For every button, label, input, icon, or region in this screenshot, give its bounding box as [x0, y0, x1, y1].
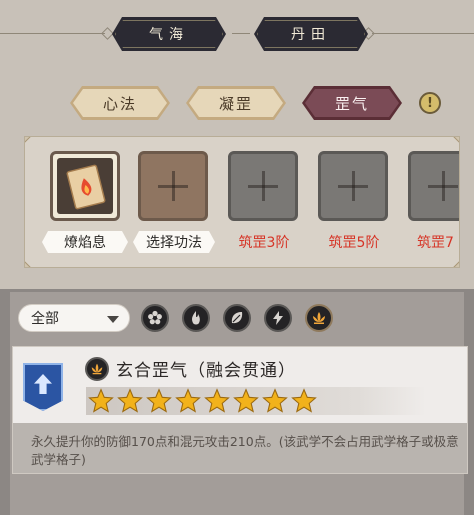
technique-description: 永久提升你的防御170点和混元攻击210点。(该武学不会占用武学格子或极意武学格…: [31, 434, 459, 467]
slot-locked-7-label: 筑罡7: [417, 235, 454, 251]
technique-title: 玄合罡气（融会贯通）: [116, 361, 296, 381]
slot-select-label: 选择功法: [133, 231, 215, 253]
tab-qihai-label: 气海: [149, 27, 189, 43]
scroll-fire-icon: [57, 158, 113, 214]
ornament-left: [101, 27, 114, 40]
slot-locked-3[interactable]: [228, 151, 298, 221]
flower-icon[interactable]: [141, 304, 169, 332]
slot-select-technique[interactable]: [138, 151, 208, 221]
slot-liaoyanxi-label: 燎焰息: [42, 231, 128, 253]
leaf-icon[interactable]: [223, 304, 251, 332]
category-dropdown[interactable]: 全部: [18, 304, 130, 332]
star-icon: [204, 388, 230, 413]
arrow-up-icon: [34, 374, 52, 394]
fire-icon[interactable]: [182, 304, 210, 332]
star-icon: [88, 388, 114, 413]
lightning-icon[interactable]: [264, 304, 292, 332]
subtab-xinfa[interactable]: 心法: [70, 86, 170, 120]
lotus-icon[interactable]: [305, 304, 333, 332]
info-icon[interactable]: !: [419, 92, 441, 114]
divider-center: [232, 33, 250, 34]
tab-dantian[interactable]: 丹田: [254, 17, 368, 51]
plus-icon-vertical: [172, 171, 175, 201]
panel-corner: [25, 261, 31, 267]
technique-detail-card[interactable]: 玄合罡气（融会贯通） 永久提升你的防御170点和混元攻击210点。(该武学不会占…: [12, 346, 468, 474]
star-icon: [117, 388, 143, 413]
tab-dantian-label: 丹田: [291, 27, 331, 43]
subtab-ninggang[interactable]: 凝罡: [186, 86, 286, 120]
star-icon: [233, 388, 259, 413]
star-rating: [86, 387, 426, 415]
divider-right: [372, 33, 474, 34]
panel-corner: [453, 261, 459, 267]
star-icon: [146, 388, 172, 413]
panel-corner: [25, 137, 31, 143]
subtab-xinfa-label: 心法: [102, 94, 137, 113]
slot-liaoyanxi[interactable]: [50, 151, 120, 221]
info-icon-glyph: !: [427, 95, 433, 111]
star-icon: [262, 388, 288, 413]
chevron-down-icon: [107, 316, 119, 323]
subtab-ninggang-label: 凝罡: [218, 94, 253, 113]
plus-icon-vertical: [442, 171, 445, 201]
plus-icon-vertical: [262, 171, 265, 201]
panel-corner: [453, 137, 459, 143]
subtab-gangqi-label: 罡气: [334, 94, 369, 113]
star-icon: [291, 388, 317, 413]
slot-locked-3-label: 筑罡3阶: [238, 235, 290, 251]
subtab-gangqi[interactable]: 罡气: [302, 86, 402, 120]
tab-qihai[interactable]: 气海: [112, 17, 226, 51]
slot-locked-5-label: 筑罡5阶: [328, 235, 380, 251]
slot-locked-7[interactable]: [408, 151, 459, 221]
plus-icon-vertical: [352, 171, 355, 201]
star-icon: [175, 388, 201, 413]
skill-slot-panel: 燎焰息 选择功法 筑罡3阶 筑罡5阶 筑罡7: [24, 136, 460, 268]
divider-left: [0, 33, 105, 34]
slot-locked-5[interactable]: [318, 151, 388, 221]
lotus-icon: [85, 357, 109, 381]
category-dropdown-value: 全部: [31, 311, 59, 327]
